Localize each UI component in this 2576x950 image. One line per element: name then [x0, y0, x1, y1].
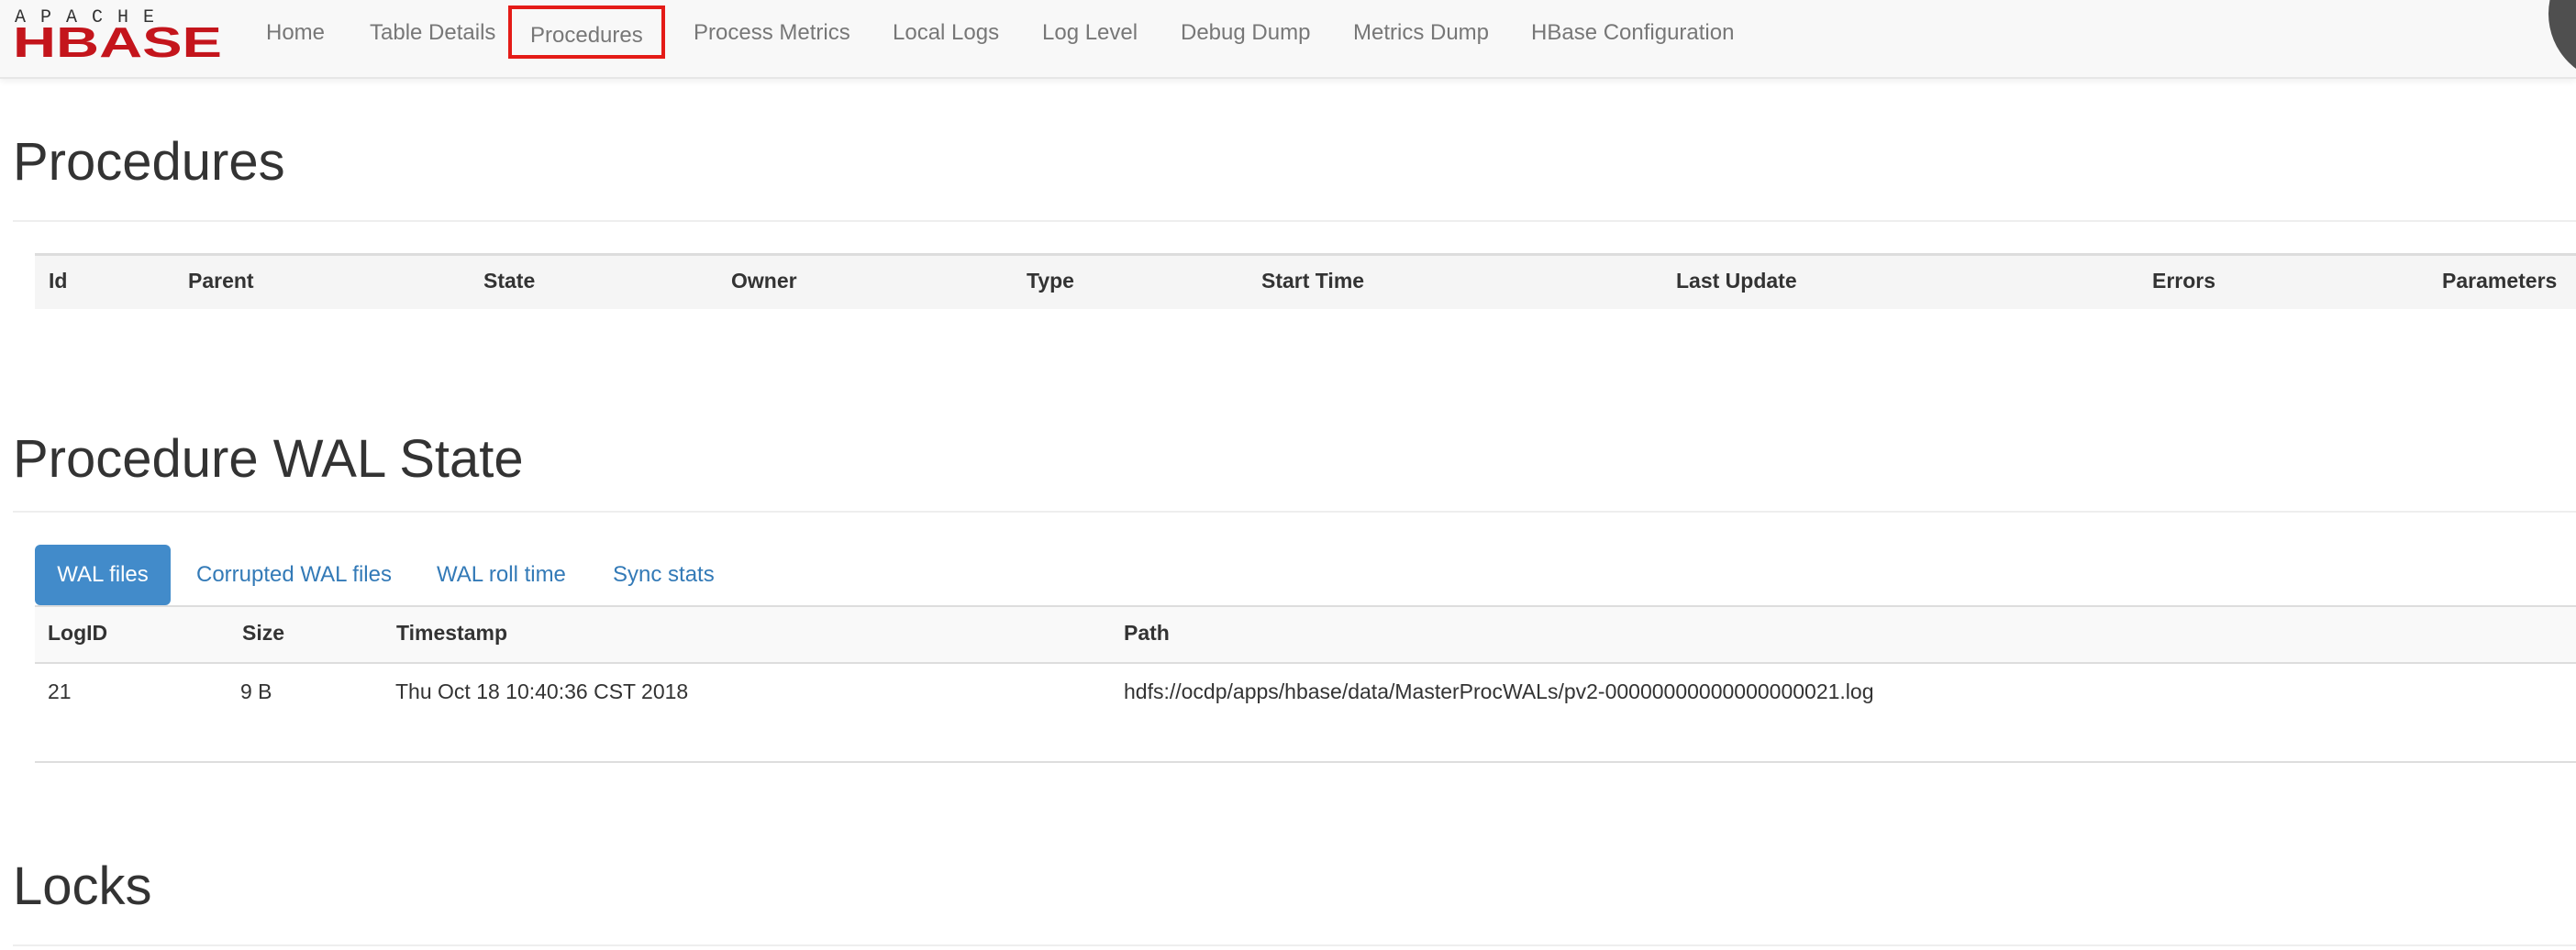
hbase-logo[interactable]: APACHE HBASE — [13, 4, 226, 61]
col-size[interactable]: Size — [242, 621, 284, 646]
cell-timestamp: Thu Oct 18 10:40:36 CST 2018 — [395, 679, 689, 703]
nav-local-logs[interactable]: Local Logs — [893, 17, 999, 50]
wal-state-heading: Procedure WAL State — [13, 429, 524, 489]
logo-hbase-text: HBASE — [13, 18, 222, 61]
nav-home[interactable]: Home — [266, 17, 325, 50]
nav-log-level[interactable]: Log Level — [1042, 17, 1138, 50]
col-errors[interactable]: Errors — [2152, 269, 2215, 293]
col-path[interactable]: Path — [1124, 621, 1170, 646]
wal-table-bottom-border — [35, 761, 2576, 763]
col-state[interactable]: State — [483, 269, 535, 293]
nav-procedures[interactable]: Procedures — [508, 6, 665, 59]
col-parameters[interactable]: Parameters — [2442, 269, 2557, 293]
divider — [13, 511, 2576, 513]
tab-sync-stats[interactable]: Sync stats — [613, 545, 715, 605]
tab-wal-files[interactable]: WAL files — [35, 545, 171, 605]
col-timestamp[interactable]: Timestamp — [396, 621, 507, 646]
col-logid[interactable]: LogID — [48, 621, 107, 646]
nav-table-details[interactable]: Table Details — [370, 17, 495, 50]
col-id[interactable]: Id — [49, 269, 67, 293]
cell-size: 9 B — [240, 679, 272, 703]
nav-debug-dump[interactable]: Debug Dump — [1181, 17, 1310, 50]
nav-metrics-dump[interactable]: Metrics Dump — [1353, 17, 1489, 50]
procedures-heading: Procedures — [13, 132, 285, 192]
cell-path: hdfs://ocdp/apps/hbase/data/MasterProcWA… — [1124, 679, 1874, 703]
col-start-time[interactable]: Start Time — [1261, 269, 1364, 293]
tab-corrupted-wal-files[interactable]: Corrupted WAL files — [196, 545, 392, 605]
col-type[interactable]: Type — [1027, 269, 1074, 293]
top-navbar: APACHE HBASE Home Table Details Procedur… — [0, 0, 2576, 83]
locks-heading: Locks — [13, 856, 152, 916]
col-parent[interactable]: Parent — [188, 269, 254, 293]
col-owner[interactable]: Owner — [731, 269, 797, 293]
divider — [13, 944, 2576, 946]
col-last-update[interactable]: Last Update — [1676, 269, 1797, 293]
nav-process-metrics[interactable]: Process Metrics — [694, 17, 850, 50]
divider — [13, 220, 2576, 222]
cell-logid: 21 — [48, 679, 72, 703]
nav-hbase-configuration[interactable]: HBase Configuration — [1531, 17, 1734, 50]
tab-wal-roll-time[interactable]: WAL roll time — [437, 545, 566, 605]
corner-overlay-circle — [2548, 0, 2576, 83]
